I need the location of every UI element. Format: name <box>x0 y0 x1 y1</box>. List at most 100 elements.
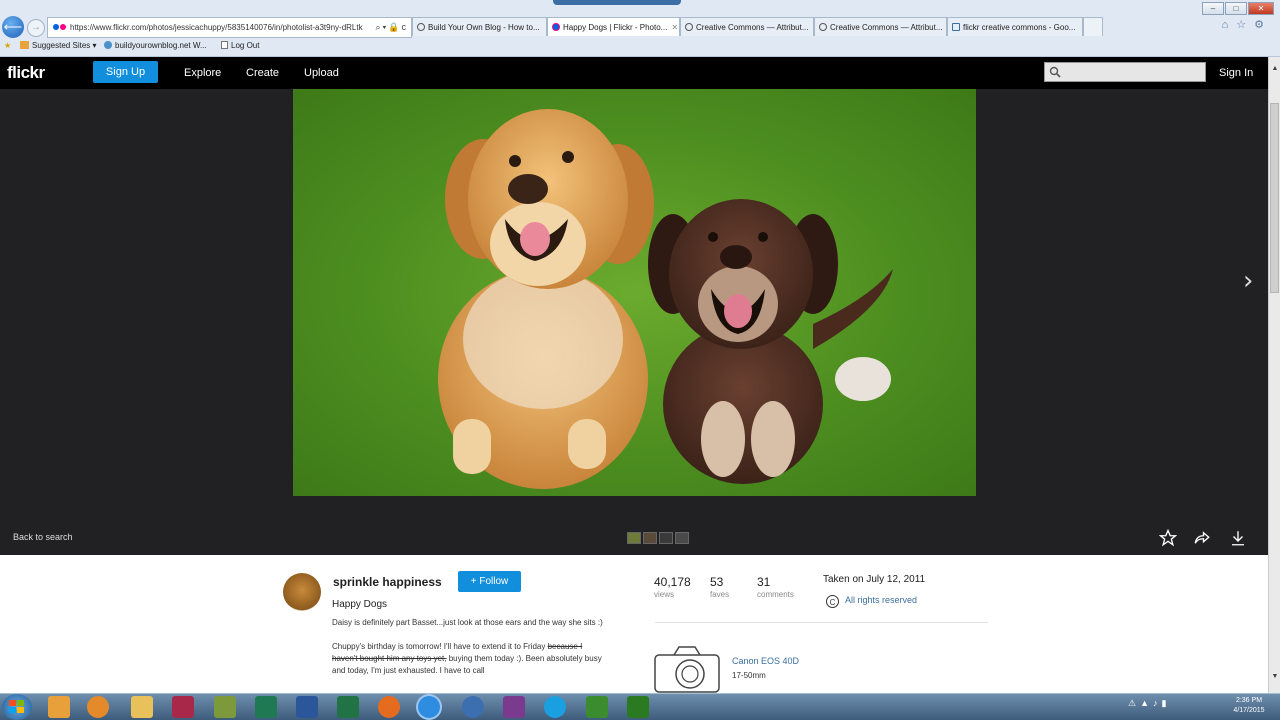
settings-gear-icon[interactable]: ⚙ <box>1254 19 1272 31</box>
tab-creative-commons-1[interactable]: Creative Commons — Attribut... <box>680 17 814 36</box>
address-bar[interactable]: https://www.flickr.com/photos/jessicachu… <box>47 17 412 38</box>
thumbnail[interactable] <box>643 532 657 544</box>
nav-upload[interactable]: Upload <box>304 57 339 89</box>
lens-info: 17-50mm <box>732 671 766 680</box>
volume-icon[interactable]: ♪ <box>1153 698 1162 708</box>
author-avatar[interactable] <box>283 573 321 611</box>
thumbnail[interactable] <box>675 532 689 544</box>
page-icon <box>221 41 228 49</box>
tab-google-search[interactable]: flickr creative commons - Goo... <box>947 17 1083 36</box>
faves-stat: 53 faves <box>710 575 729 599</box>
search-icon <box>1049 66 1061 78</box>
tab-label: Creative Commons — Attribut... <box>830 23 943 32</box>
network-icon[interactable]: ▮ <box>1162 698 1171 708</box>
tab-close-icon[interactable]: ✕ <box>671 23 678 32</box>
favorites-item-suggested-sites[interactable]: Suggested Sites ▾ <box>20 38 97 54</box>
new-tab-button[interactable] <box>1083 17 1103 36</box>
windows-logo-icon <box>9 700 24 713</box>
alert-icon[interactable]: ⚠ <box>1128 698 1140 708</box>
project-icon[interactable] <box>214 696 236 718</box>
description-text: Chuppy's birthday is tomorrow! I'll have… <box>332 642 546 651</box>
views-label: views <box>654 590 675 599</box>
clock-date: 4/17/2015 <box>1233 707 1265 714</box>
skype-icon[interactable] <box>544 696 566 718</box>
license-info[interactable]: C All rights reserved <box>826 595 917 608</box>
favorites-label: Suggested Sites ▾ <box>32 41 97 50</box>
tab-strip: Build Your Own Blog - How to... Happy Do… <box>412 17 1103 36</box>
comments-stat: 31 comments <box>757 575 794 599</box>
scroll-up-arrow-icon[interactable]: ▲ <box>1270 65 1280 72</box>
tab-build-your-own-blog[interactable]: Build Your Own Blog - How to... <box>412 17 547 36</box>
back-button[interactable]: ⟵ <box>2 16 24 38</box>
scroll-down-arrow-icon[interactable]: ▼ <box>1270 673 1280 680</box>
globe-icon <box>104 41 112 49</box>
tab-label: Happy Dogs | Flickr - Photo... <box>563 23 668 32</box>
favorite-star-icon[interactable] <box>1158 528 1178 552</box>
nav-create[interactable]: Create <box>246 57 279 89</box>
camera-name[interactable]: Canon EOS 40D <box>732 656 799 666</box>
address-tools-icons[interactable]: ⌕▾🔒c <box>375 18 408 37</box>
tab-favicon-icon <box>552 23 560 31</box>
outlook-icon[interactable] <box>48 696 70 718</box>
author-name[interactable]: sprinkle happiness <box>333 575 442 589</box>
favorites-item-buildyourownblog[interactable]: buildyourownblog.net W... <box>104 38 207 54</box>
cc-icon <box>685 23 693 31</box>
media-player-icon[interactable] <box>87 696 109 718</box>
flickr-logo[interactable]: flickr <box>7 63 45 83</box>
home-icon[interactable]: ⌂ <box>1222 19 1237 31</box>
tab-happy-dogs[interactable]: Happy Dogs | Flickr - Photo... ✕ <box>547 17 680 36</box>
comments-count: 31 <box>757 575 771 589</box>
follow-button[interactable]: + Follow <box>458 571 521 592</box>
photo-viewer: › Back to search <box>0 89 1268 555</box>
publisher-icon[interactable] <box>255 696 277 718</box>
thumbnail[interactable] <box>627 532 641 544</box>
favorites-star-icon[interactable]: ☆ <box>1236 19 1254 31</box>
flickr-header: flickr Sign Up Explore Create Upload Sig… <box>0 57 1268 89</box>
main-photo[interactable] <box>293 89 976 496</box>
favorites-item-log-out[interactable]: Log Out <box>221 38 259 54</box>
photo-title: Happy Dogs <box>332 599 388 610</box>
camtasia-recorder-icon[interactable] <box>627 696 649 718</box>
onenote-icon[interactable] <box>503 696 525 718</box>
divider <box>655 622 988 623</box>
thumbnail[interactable] <box>659 532 673 544</box>
tab-creative-commons-2[interactable]: Creative Commons — Attribut... <box>814 17 947 36</box>
views-count: 40,178 <box>654 575 691 589</box>
firefox-icon[interactable] <box>378 696 400 718</box>
faves-count: 53 <box>710 575 724 589</box>
sign-up-button[interactable]: Sign Up <box>93 61 158 83</box>
faves-label: faves <box>710 590 730 599</box>
download-icon[interactable] <box>1229 529 1247 552</box>
show-hidden-icon[interactable]: ▲ <box>1140 698 1153 708</box>
clock-time: 2:36 PM <box>1235 697 1263 704</box>
internet-explorer-icon[interactable] <box>418 696 440 718</box>
word-icon[interactable] <box>296 696 318 718</box>
start-button[interactable] <box>2 694 32 720</box>
taskbar-clock[interactable]: 2:36 PM 4/17/2015 <box>1225 696 1273 716</box>
close-window-button[interactable]: ✕ <box>1248 2 1274 15</box>
system-tray[interactable]: ⚠▲♪▮ <box>1128 698 1170 709</box>
forward-button[interactable]: → <box>27 19 45 37</box>
photo-description: Daisy is definitely part Basset...just l… <box>332 617 607 677</box>
photo-details: sprinkle happiness + Follow Happy Dogs D… <box>0 555 1268 693</box>
page-scrollbar[interactable]: ▲ ▼ <box>1268 57 1280 693</box>
next-photo-chevron-icon[interactable]: › <box>1243 266 1253 296</box>
views-stat: 40,178 views <box>654 575 691 599</box>
scroll-thumb[interactable] <box>1270 103 1279 293</box>
hp-icon[interactable] <box>462 696 484 718</box>
nav-explore[interactable]: Explore <box>184 57 221 89</box>
search-input[interactable] <box>1044 62 1206 82</box>
maximize-button[interactable]: □ <box>1225 2 1247 15</box>
share-icon[interactable] <box>1193 529 1211 552</box>
taken-date[interactable]: Taken on July 12, 2011 <box>823 574 925 585</box>
camtasia-icon[interactable] <box>586 696 608 718</box>
sign-in-link[interactable]: Sign In <box>1219 57 1253 89</box>
file-explorer-icon[interactable] <box>131 696 153 718</box>
excel-icon[interactable] <box>337 696 359 718</box>
back-to-search-link[interactable]: Back to search <box>13 532 73 542</box>
minimize-button[interactable]: – <box>1202 2 1224 15</box>
access-icon[interactable] <box>172 696 194 718</box>
favorites-star-icon[interactable]: ★ <box>4 38 11 54</box>
description-paragraph-1: Daisy is definitely part Basset...just l… <box>332 618 603 627</box>
favorites-label: buildyourownblog.net W... <box>115 41 207 50</box>
